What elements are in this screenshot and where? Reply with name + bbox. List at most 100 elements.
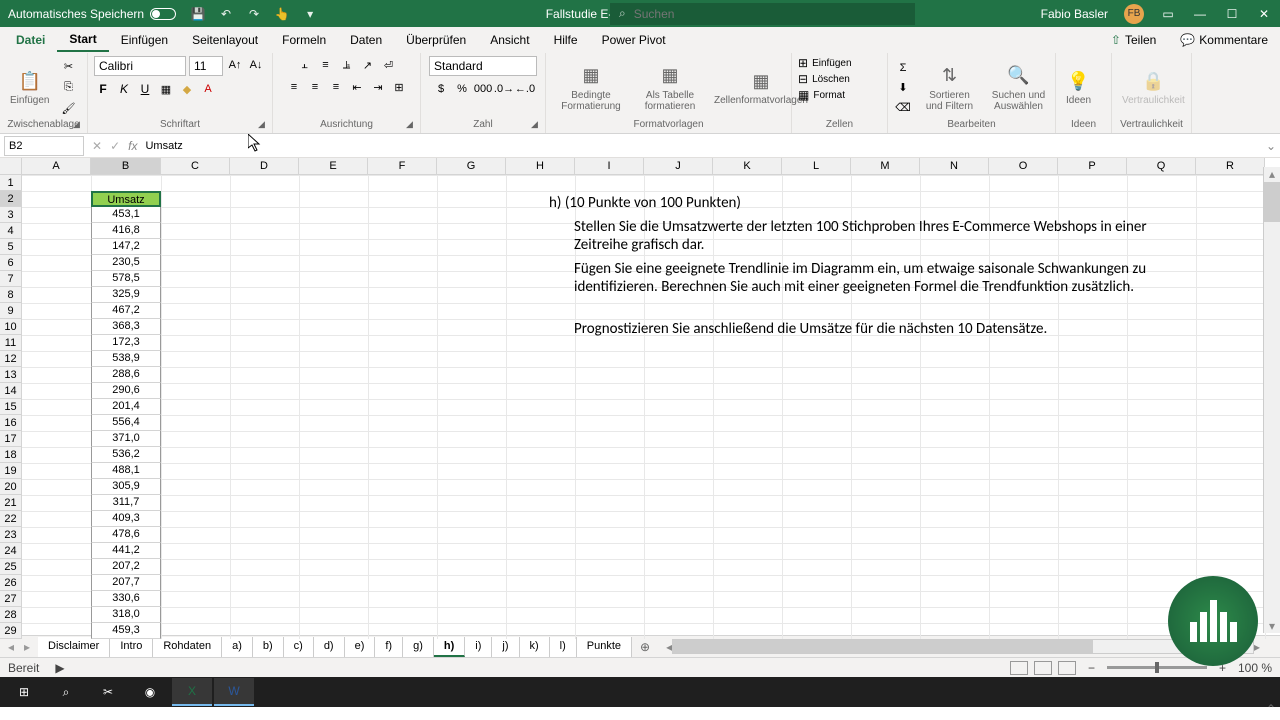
clipboard-launcher[interactable]: ◢ xyxy=(73,119,85,131)
cell-b13[interactable]: 288,6 xyxy=(91,367,161,383)
cell-b7[interactable]: 578,5 xyxy=(91,271,161,287)
font-name-combo[interactable]: Calibri xyxy=(94,56,186,76)
menu-formeln[interactable]: Formeln xyxy=(270,29,338,51)
orientation-icon[interactable]: ↗ xyxy=(359,56,377,74)
dec-decimal-icon[interactable]: ←.0 xyxy=(516,80,534,98)
sheet-tab-Rohdaten[interactable]: Rohdaten xyxy=(153,637,222,657)
insert-cells-button[interactable]: ⊞Einfügen xyxy=(798,56,852,70)
customize-icon[interactable]: ▾ xyxy=(302,6,318,22)
cell-b20[interactable]: 305,9 xyxy=(91,479,161,495)
sheet-tab-Punkte[interactable]: Punkte xyxy=(577,637,632,657)
sheet-tab-g[interactable]: g) xyxy=(403,637,434,657)
alignment-launcher[interactable]: ◢ xyxy=(406,119,418,131)
zoom-level[interactable]: 100 % xyxy=(1238,661,1272,675)
new-sheet-button[interactable]: ⊕ xyxy=(632,638,658,656)
sheet-tab-d[interactable]: d) xyxy=(314,637,345,657)
select-all-corner[interactable] xyxy=(0,158,22,175)
maximize-icon[interactable]: ☐ xyxy=(1224,6,1240,22)
sheet-tab-Disclaimer[interactable]: Disclaimer xyxy=(38,637,110,657)
taskbar-snip-icon[interactable]: ✂ xyxy=(88,678,128,706)
zoom-slider[interactable] xyxy=(1107,666,1207,669)
comments-button[interactable]: 💬 Kommentare xyxy=(1172,31,1276,49)
border-icon[interactable]: ▦ xyxy=(157,80,175,98)
inc-indent-icon[interactable]: ⇥ xyxy=(369,78,387,96)
cell-b9[interactable]: 467,2 xyxy=(91,303,161,319)
row-headers[interactable]: 1234567891011121314151617181920212223242… xyxy=(0,175,22,639)
cell-b26[interactable]: 207,7 xyxy=(91,575,161,591)
menu-uberprufen[interactable]: Überprüfen xyxy=(394,29,478,51)
format-as-table-button[interactable]: ▦Als Tabelle formatieren xyxy=(636,62,704,114)
paste-button[interactable]: 📋Einfügen xyxy=(6,67,53,108)
align-top-icon[interactable]: ⫠ xyxy=(296,56,314,74)
expand-formula-icon[interactable]: ⌄ xyxy=(1266,139,1276,153)
cell-b4[interactable]: 416,8 xyxy=(91,223,161,239)
align-right-icon[interactable]: ≡ xyxy=(327,78,345,96)
cell-b11[interactable]: 172,3 xyxy=(91,335,161,351)
redo-icon[interactable]: ↷ xyxy=(246,6,262,22)
increase-font-icon[interactable]: A↑ xyxy=(226,56,244,74)
cut-icon[interactable]: ✂ xyxy=(59,58,77,76)
cell-b5[interactable]: 147,2 xyxy=(91,239,161,255)
cell-b25[interactable]: 207,2 xyxy=(91,559,161,575)
sheet-tab-Intro[interactable]: Intro xyxy=(110,637,153,657)
search-box[interactable]: ⌕ xyxy=(610,3,915,25)
cell-b23[interactable]: 478,6 xyxy=(91,527,161,543)
dec-indent-icon[interactable]: ⇤ xyxy=(348,78,366,96)
cell-b14[interactable]: 290,6 xyxy=(91,383,161,399)
fx-icon[interactable]: fx xyxy=(128,139,137,153)
ribbon-display-icon[interactable]: ▭ xyxy=(1160,6,1176,22)
start-menu-icon[interactable]: ⊞ xyxy=(4,678,44,706)
horizontal-scrollbar[interactable]: ◂ ▸ xyxy=(666,639,1260,654)
user-avatar[interactable]: FB xyxy=(1124,4,1144,24)
next-sheet-icon[interactable]: ▸ xyxy=(20,640,34,654)
grid-body[interactable]: Umsatz453,1416,8147,2230,5578,5325,9467,… xyxy=(22,175,1280,639)
enter-fx-icon[interactable]: ✓ xyxy=(110,139,120,153)
align-left-icon[interactable]: ≡ xyxy=(285,78,303,96)
italic-icon[interactable]: K xyxy=(115,80,133,98)
search-input[interactable] xyxy=(634,7,906,21)
menu-einfugen[interactable]: Einfügen xyxy=(109,29,180,51)
currency-icon[interactable]: $ xyxy=(432,80,450,98)
name-box[interactable] xyxy=(4,136,84,156)
cell-b3[interactable]: 453,1 xyxy=(91,207,161,223)
touch-icon[interactable]: 👆 xyxy=(274,6,290,22)
thousands-icon[interactable]: 000 xyxy=(474,80,492,98)
sheet-tab-i[interactable]: i) xyxy=(465,637,492,657)
cell-b22[interactable]: 409,3 xyxy=(91,511,161,527)
formula-input[interactable] xyxy=(145,140,1265,152)
sheet-tab-b[interactable]: b) xyxy=(253,637,284,657)
format-painter-icon[interactable]: 🖌 xyxy=(59,100,77,118)
sheet-tab-f[interactable]: f) xyxy=(375,637,403,657)
cell-b10[interactable]: 368,3 xyxy=(91,319,161,335)
column-headers[interactable]: ABCDEFGHIJKLMNOPQR xyxy=(22,158,1265,175)
sheet-tab-c[interactable]: c) xyxy=(284,637,314,657)
auto-save-toggle[interactable] xyxy=(150,8,176,20)
cell-b6[interactable]: 230,5 xyxy=(91,255,161,271)
menu-datei[interactable]: Datei xyxy=(4,29,57,51)
copy-icon[interactable]: ⎘ xyxy=(59,79,77,97)
font-color-icon[interactable]: A xyxy=(199,80,217,98)
cell-b21[interactable]: 311,7 xyxy=(91,495,161,511)
sheet-tab-l[interactable]: l) xyxy=(550,637,577,657)
cell-b29[interactable]: 459,3 xyxy=(91,623,161,639)
decrease-font-icon[interactable]: A↓ xyxy=(247,56,265,74)
menu-hilfe[interactable]: Hilfe xyxy=(542,29,590,51)
cell-b16[interactable]: 556,4 xyxy=(91,415,161,431)
menu-daten[interactable]: Daten xyxy=(338,29,394,51)
number-launcher[interactable]: ◢ xyxy=(531,119,543,131)
taskbar-obs-icon[interactable]: ◉ xyxy=(130,678,170,706)
page-break-icon[interactable] xyxy=(1058,661,1076,675)
bold-icon[interactable]: F xyxy=(94,80,112,98)
vertical-scrollbar[interactable]: ▴ ▾ xyxy=(1263,167,1280,633)
menu-ansicht[interactable]: Ansicht xyxy=(478,29,541,51)
normal-view-icon[interactable] xyxy=(1010,661,1028,675)
close-icon[interactable]: ✕ xyxy=(1256,6,1272,22)
inc-decimal-icon[interactable]: .0→ xyxy=(495,80,513,98)
taskbar-word-icon[interactable]: W xyxy=(214,678,254,706)
sum-icon[interactable]: Σ xyxy=(894,59,912,77)
cell-b18[interactable]: 536,2 xyxy=(91,447,161,463)
find-select-button[interactable]: 🔍Suchen und Auswählen xyxy=(987,62,1050,114)
menu-start[interactable]: Start xyxy=(57,28,108,52)
number-format-combo[interactable]: Standard xyxy=(429,56,537,76)
collapse-ribbon-icon[interactable]: ⌃ xyxy=(1266,702,1276,716)
